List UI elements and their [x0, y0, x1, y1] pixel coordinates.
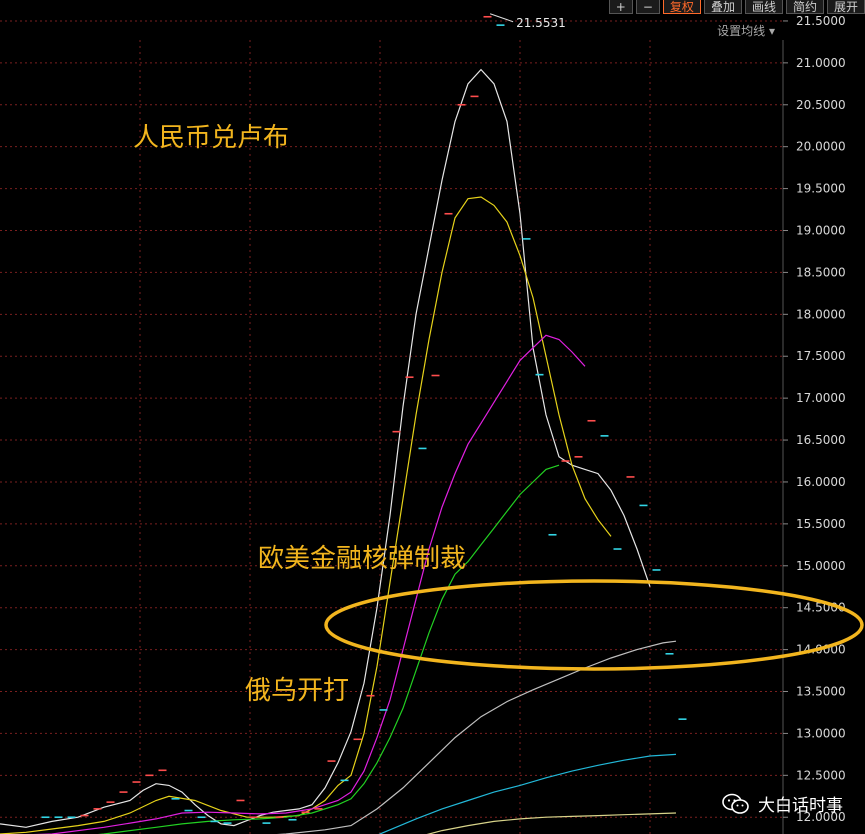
grid-lines [0, 20, 783, 834]
ma-line [426, 812, 677, 834]
y-tick-label: 12.5000 [796, 768, 846, 782]
watermark: 大白话时事 [722, 791, 843, 816]
y-tick-label: 21.0000 [796, 56, 846, 70]
y-tick-label: 15.5000 [796, 517, 846, 531]
y-tick-label: 16.5000 [796, 433, 846, 447]
title-annotation: 人民币兑卢布 [133, 123, 289, 153]
highlight-ellipse [324, 579, 864, 671]
y-tick-label: 13.0000 [796, 726, 846, 740]
y-tick-label: 20.0000 [796, 140, 846, 154]
y-tick-label: 21.5000 [796, 14, 846, 28]
y-tick-label: 17.5000 [796, 349, 846, 363]
y-tick-label: 18.5000 [796, 265, 846, 279]
y-tick-label: 19.0000 [796, 224, 846, 238]
y-tick-label: 20.5000 [796, 98, 846, 112]
wechat-icon [722, 793, 750, 815]
y-tick-label: 19.5000 [796, 182, 846, 196]
y-tick-label: 13.5000 [796, 685, 846, 699]
y-tick-label: 15.0000 [796, 559, 846, 573]
ma-line [0, 196, 612, 834]
ma-line [0, 68, 651, 828]
y-axis: 12.000012.500013.000013.500014.000014.50… [782, 14, 846, 834]
y-tick-label: 17.0000 [796, 391, 846, 405]
price-marks [41, 15, 687, 824]
ma-series [0, 68, 677, 834]
sanction-annotation: 欧美金融核弹制裁 [258, 544, 466, 574]
war-annotation: 俄乌开打 [245, 676, 349, 706]
peak-label: 21.5531 [516, 16, 566, 30]
y-tick-label: 16.0000 [796, 475, 846, 489]
peak-annotation: 21.5531 [489, 13, 566, 30]
y-tick-label: 18.0000 [796, 307, 846, 321]
watermark-text: 大白话时事 [758, 796, 843, 816]
price-chart: 12.000012.500013.000013.500014.000014.50… [0, 13, 864, 834]
